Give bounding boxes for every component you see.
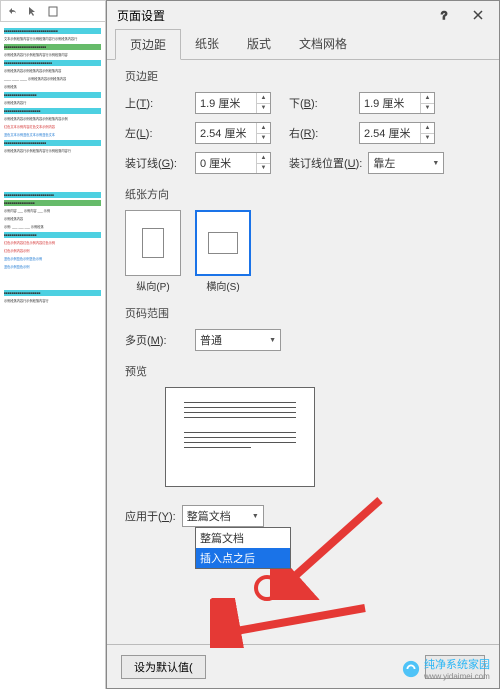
apply-select[interactable]: 整篇文档▼ [182, 505, 264, 527]
top-input[interactable]: 1.9 厘米▲▼ [195, 92, 271, 114]
preview-pane [165, 387, 315, 487]
app-background: ■■■■■■■■■■■■■■■■■■■■■■■■■■■■ 文本示例段落内容行示例… [0, 0, 500, 689]
close-button[interactable] [461, 4, 495, 26]
tab-layout[interactable]: 版式 [233, 29, 285, 59]
clipboard-icon[interactable] [47, 5, 59, 17]
gutter-pos-select[interactable]: 靠左▼ [368, 152, 444, 174]
apply-option-after[interactable]: 插入点之后 [196, 548, 290, 568]
orientation-section: 纸张方向 纵向(P) 横向(S) [125, 186, 481, 293]
gutter-label: 装订线(G): [125, 155, 189, 171]
watermark: 纯净系统家园 www.yidaimei.com [402, 656, 490, 681]
mini-toolbar [0, 0, 106, 22]
right-input[interactable]: 2.54 厘米▲▼ [359, 122, 435, 144]
cursor-icon[interactable] [27, 5, 39, 17]
left-label: 左(L): [125, 125, 189, 141]
margins-heading: 页边距 [125, 68, 481, 84]
apply-label: 应用于(Y): [125, 508, 176, 524]
watermark-text: 纯净系统家园 [424, 656, 490, 672]
svg-text:?: ? [441, 10, 447, 20]
orientation-landscape[interactable] [195, 210, 251, 276]
pages-section: 页码范围 多页(M): 普通▼ [125, 305, 481, 351]
preview-heading: 预览 [125, 363, 481, 379]
bottom-label: 下(B): [289, 95, 353, 111]
margins-section: 页边距 上(T): 1.9 厘米▲▼ 下(B): 1.9 厘米▲▼ 左(L): … [125, 68, 481, 174]
top-label: 上(T): [125, 95, 189, 111]
dialog-title: 页面设置 [117, 7, 165, 24]
dialog-body: 页边距 上(T): 1.9 厘米▲▼ 下(B): 1.9 厘米▲▼ 左(L): … [107, 60, 499, 644]
portrait-label: 纵向(P) [125, 278, 181, 293]
apply-dropdown: 整篇文档 插入点之后 [195, 527, 291, 569]
gutter-pos-label: 装订线位置(U): [289, 155, 362, 171]
apply-to-row: 应用于(Y): 整篇文档▼ 整篇文档 插入点之后 [125, 505, 481, 527]
tab-margins[interactable]: 页边距 [115, 29, 181, 60]
help-button[interactable]: ? [427, 4, 461, 26]
landscape-icon [208, 232, 238, 254]
orientation-heading: 纸张方向 [125, 186, 481, 202]
tab-paper[interactable]: 纸张 [181, 29, 233, 59]
portrait-icon [142, 228, 164, 258]
tab-strip: 页边距 纸张 版式 文档网格 [107, 29, 499, 60]
document-preview: ■■■■■■■■■■■■■■■■■■■■■■■■■■■■ 文本示例段落内容行示例… [0, 22, 106, 689]
left-input[interactable]: 2.54 厘米▲▼ [195, 122, 271, 144]
dialog-titlebar: 页面设置 ? [107, 1, 499, 29]
tab-grid[interactable]: 文档网格 [285, 29, 361, 59]
multi-label: 多页(M): [125, 332, 189, 348]
watermark-url: www.yidaimei.com [424, 672, 490, 681]
bottom-input[interactable]: 1.9 厘米▲▼ [359, 92, 435, 114]
gutter-input[interactable]: 0 厘米▲▼ [195, 152, 271, 174]
pages-heading: 页码范围 [125, 305, 481, 321]
watermark-icon [402, 660, 420, 678]
right-label: 右(R): [289, 125, 353, 141]
apply-option-all[interactable]: 整篇文档 [196, 528, 290, 548]
preview-section: 预览 [125, 363, 481, 487]
multi-select[interactable]: 普通▼ [195, 329, 281, 351]
landscape-label: 横向(S) [195, 278, 251, 293]
set-default-button[interactable]: 设为默认值( [121, 655, 206, 679]
page-setup-dialog: 页面设置 ? 页边距 纸张 版式 文档网格 页边距 上(T): 1.9 厘米▲▼… [106, 0, 500, 689]
orientation-portrait[interactable] [125, 210, 181, 276]
undo-icon[interactable] [7, 5, 19, 17]
